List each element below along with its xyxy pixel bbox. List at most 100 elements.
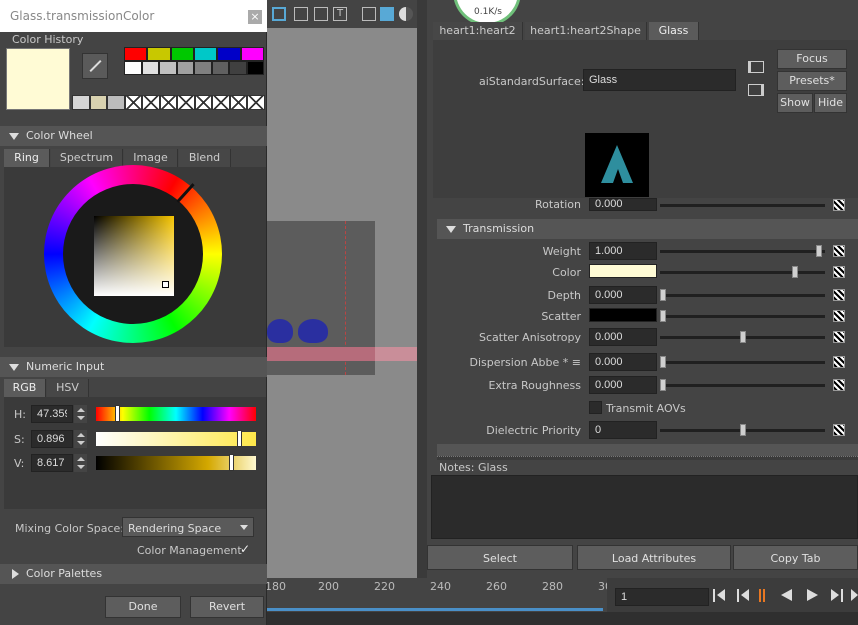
shader-swatch-preview[interactable] (585, 133, 649, 197)
frame-icon[interactable] (314, 7, 328, 21)
s-field[interactable] (31, 430, 73, 448)
palette-swatch[interactable] (170, 47, 194, 61)
dispersion-abbe-map-button-icon[interactable] (833, 356, 845, 368)
scatter-slider-handle[interactable] (660, 310, 666, 322)
dielectric-priority-slider[interactable] (660, 424, 825, 436)
s-stepper[interactable] (74, 430, 87, 448)
palette-swatch[interactable] (229, 61, 247, 75)
go-to-start-icon[interactable] (713, 589, 727, 602)
depth-map-button-icon[interactable] (833, 289, 845, 301)
h-slider-handle[interactable] (115, 405, 120, 422)
select-button[interactable]: Select (427, 545, 573, 570)
palette-swatch[interactable] (176, 61, 194, 75)
shader-name-field[interactable] (583, 69, 736, 91)
depth-slider-handle[interactable] (660, 289, 666, 301)
history-swatch[interactable] (107, 95, 125, 110)
palette-swatch[interactable] (147, 47, 171, 61)
h-slider[interactable] (96, 407, 256, 421)
extra-roughness-slider-handle[interactable] (660, 379, 666, 391)
revert-button[interactable]: Revert (190, 596, 264, 618)
palette-swatch[interactable] (194, 61, 212, 75)
dispersion-abbe-slider[interactable] (660, 356, 825, 368)
palette-swatch[interactable] (124, 61, 142, 75)
v-slider-handle[interactable] (229, 454, 234, 471)
play-backward-icon[interactable] (781, 589, 792, 601)
empty-swatch[interactable] (229, 95, 248, 110)
tab-glass[interactable]: Glass (649, 22, 699, 40)
tab-hsv[interactable]: HSV (47, 379, 89, 397)
scatter-color-swatch[interactable] (589, 308, 657, 322)
scatter-map-button-icon[interactable] (833, 310, 845, 322)
history-swatch[interactable] (72, 95, 90, 110)
step-forward-key-icon[interactable] (831, 589, 843, 602)
depth-slider[interactable] (660, 289, 825, 301)
extra-roughness-field[interactable] (589, 376, 657, 394)
palette-swatch[interactable] (211, 61, 229, 75)
view-icon[interactable] (272, 7, 286, 21)
numeric-input-header[interactable]: Numeric Input (0, 357, 267, 377)
presets-button[interactable]: Presets* (777, 71, 847, 91)
rotation-field[interactable] (589, 198, 657, 211)
mixing-color-space-dropdown[interactable]: Rendering Space (122, 517, 254, 537)
eyedropper-button[interactable] (82, 53, 108, 79)
sv-picker[interactable] (162, 281, 169, 288)
extra-roughness-map-button-icon[interactable] (833, 379, 845, 391)
timeline[interactable]: 180 200 220 240 260 280 30 (265, 578, 612, 612)
tab-blend[interactable]: Blend (179, 149, 231, 167)
load-attributes-button[interactable]: Load Attributes (577, 545, 731, 570)
step-back-frame-icon[interactable] (759, 589, 765, 602)
depth-field[interactable] (589, 286, 657, 304)
empty-swatch[interactable] (247, 95, 266, 110)
weight-map-button-icon[interactable] (833, 245, 845, 257)
h-field[interactable] (31, 405, 73, 423)
scatter-anisotropy-slider[interactable] (660, 331, 825, 343)
empty-swatch[interactable] (142, 95, 160, 110)
empty-swatch[interactable] (177, 95, 195, 110)
color-management-checkbox[interactable]: ✓ (240, 543, 253, 556)
focus-button[interactable]: Focus (777, 49, 847, 69)
rotation-slider[interactable] (660, 204, 825, 207)
tab-spectrum[interactable]: Spectrum (51, 149, 123, 167)
color-wheel-header[interactable]: Color Wheel (0, 126, 267, 146)
weight-slider[interactable] (660, 245, 825, 257)
scatter-anisotropy-map-button-icon[interactable] (833, 331, 845, 343)
lighting-icon[interactable] (399, 7, 413, 21)
color-map-button-icon[interactable] (833, 266, 845, 278)
hide-button[interactable]: Hide (814, 93, 847, 113)
weight-field[interactable] (589, 242, 657, 260)
empty-swatch[interactable] (159, 95, 178, 110)
h-stepper[interactable] (74, 405, 87, 423)
history-swatch[interactable] (89, 95, 108, 110)
palette-swatch[interactable] (217, 47, 241, 61)
empty-swatch[interactable] (194, 95, 213, 110)
dispersion-abbe-slider-handle[interactable] (660, 356, 666, 368)
copy-tab-button[interactable]: Copy Tab (733, 545, 858, 570)
weight-slider-handle[interactable] (816, 245, 822, 257)
shaded-cube-icon[interactable] (380, 7, 394, 21)
scatter-anisotropy-field[interactable] (589, 328, 657, 346)
color-slider-handle[interactable] (792, 266, 798, 278)
cube-icon[interactable] (362, 7, 376, 21)
dielectric-priority-field[interactable] (589, 421, 657, 439)
show-button[interactable]: Show (777, 93, 813, 113)
palette-swatch[interactable] (246, 61, 264, 75)
v-field[interactable] (31, 454, 73, 472)
camera-icon[interactable] (294, 7, 308, 21)
tab-heart-transform[interactable]: heart1:heart2 (433, 22, 523, 40)
scatter-anisotropy-slider-handle[interactable] (740, 331, 746, 343)
scroll-divider[interactable] (437, 456, 858, 460)
output-connection-icon[interactable] (748, 84, 764, 96)
next-section-stub[interactable] (437, 444, 858, 456)
v-stepper[interactable] (74, 454, 87, 472)
transmit-aovs-checkbox[interactable] (589, 401, 602, 414)
close-button[interactable]: × (248, 10, 262, 24)
go-to-end-icon[interactable] (851, 589, 858, 602)
transmission-header[interactable]: Transmission (437, 219, 858, 239)
input-connection-icon[interactable] (748, 61, 764, 73)
tab-rgb[interactable]: RGB (4, 379, 46, 397)
map-button-icon[interactable] (833, 199, 845, 211)
color-palettes-header[interactable]: Color Palettes (0, 564, 267, 584)
empty-swatch[interactable] (212, 95, 230, 110)
scatter-slider[interactable] (660, 310, 825, 322)
s-slider-handle[interactable] (237, 430, 242, 447)
